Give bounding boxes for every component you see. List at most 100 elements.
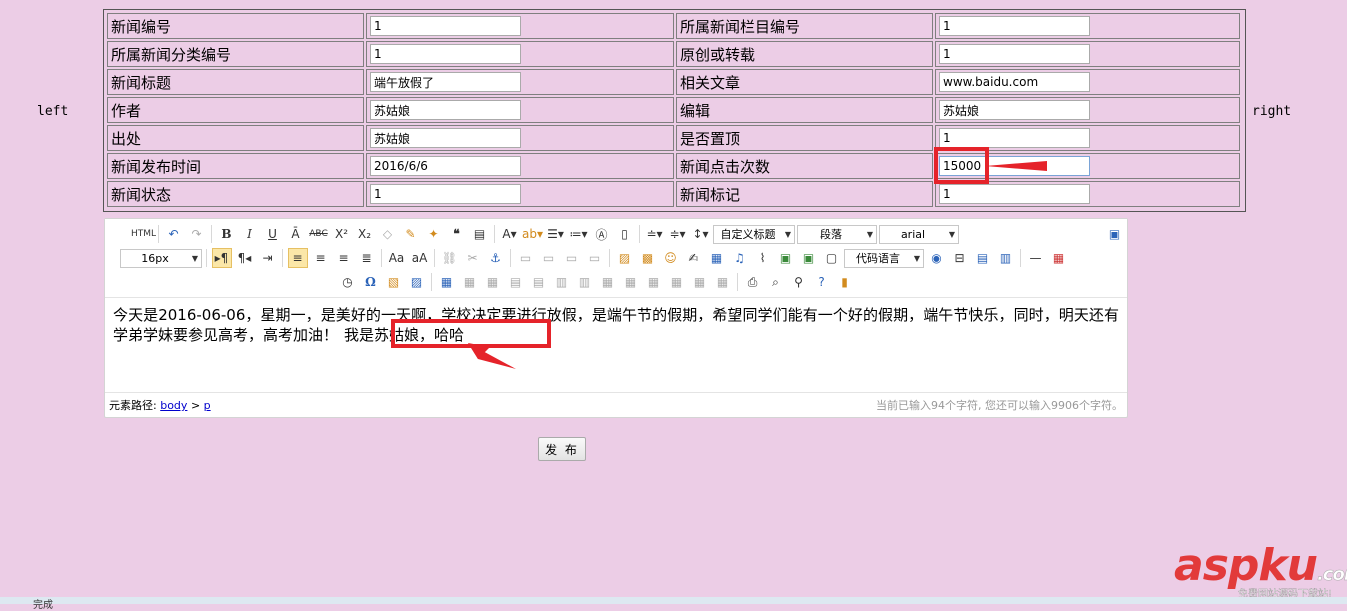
align-center-icon[interactable]: ≡ — [311, 248, 331, 268]
title-input[interactable]: 端午放假了 — [370, 72, 521, 92]
align-justify-icon[interactable]: ≣ — [357, 248, 377, 268]
page-break-icon[interactable]: ⊟ — [950, 248, 970, 268]
print-icon[interactable]: ⎙ — [743, 272, 763, 292]
multi-image-icon[interactable]: ▩ — [638, 248, 658, 268]
column-id-input[interactable]: 1 — [939, 16, 1090, 36]
mark-input[interactable]: 1 — [939, 184, 1090, 204]
align-left-icon[interactable]: ≡ — [287, 248, 308, 268]
underline-icon[interactable]: U — [263, 224, 283, 244]
split-rows-icon[interactable]: ▦ — [690, 272, 710, 292]
image-left-icon[interactable]: ▭ — [539, 248, 559, 268]
merge-down-icon[interactable]: ▦ — [644, 272, 664, 292]
html-source-button[interactable]: HTML — [131, 224, 156, 244]
image-center-icon[interactable]: ▭ — [585, 248, 605, 268]
indent-icon[interactable]: ⇥ — [258, 248, 278, 268]
fullscreen-icon[interactable]: ▣ — [1105, 224, 1125, 244]
original-input[interactable]: 1 — [939, 44, 1090, 64]
delete-table-icon[interactable]: ▦ — [460, 272, 480, 292]
delete-row-icon[interactable]: ▤ — [529, 272, 549, 292]
background-icon[interactable]: ▥ — [996, 248, 1016, 268]
font-size-select[interactable]: 16px ▼ — [120, 248, 202, 268]
related-input[interactable]: www.baidu.com — [939, 72, 1090, 92]
back-color-icon[interactable]: ab▾ — [522, 224, 543, 244]
row-spacing-bottom-icon[interactable]: ≑▾ — [668, 224, 688, 244]
ordered-list-icon[interactable]: ☰▾ — [546, 224, 566, 244]
ltr-direction-icon[interactable]: ▸¶ — [211, 248, 232, 268]
publish-time-input[interactable]: 2016/6/6 — [370, 156, 521, 176]
path-p-link[interactable]: p — [204, 399, 211, 412]
author-input[interactable]: 苏姑娘 — [370, 100, 521, 120]
search-icon[interactable]: ⚲ — [789, 272, 809, 292]
split-cols-icon[interactable]: ▦ — [713, 272, 733, 292]
anchor-icon[interactable]: ⚓ — [486, 248, 506, 268]
image-none-icon[interactable]: ▭ — [516, 248, 536, 268]
preview-icon[interactable]: ⌕ — [766, 272, 786, 292]
unordered-list-icon[interactable]: ≔▾ — [569, 224, 589, 244]
paragraph-select[interactable]: 段落 ▼ — [797, 224, 877, 244]
music-icon[interactable]: ♫ — [730, 248, 750, 268]
unlink-icon[interactable]: ✂ — [463, 248, 483, 268]
image-right-icon[interactable]: ▭ — [562, 248, 582, 268]
split-cells-icon[interactable]: ▦ — [667, 272, 687, 292]
insert-image-icon[interactable]: ▨ — [615, 248, 635, 268]
insert-video-icon[interactable]: ▦ — [707, 248, 727, 268]
date-icon[interactable]: ▦ — [1049, 248, 1069, 268]
align-right-icon[interactable]: ≡ — [334, 248, 354, 268]
subscript-icon[interactable]: X₂ — [355, 224, 375, 244]
to-lowercase-icon[interactable]: aA — [410, 248, 430, 268]
path-body-link[interactable]: body — [160, 399, 187, 412]
insert-table-icon[interactable]: ▦ — [437, 272, 457, 292]
delete-col-icon[interactable]: ▥ — [575, 272, 595, 292]
italic-icon[interactable]: I — [240, 224, 260, 244]
special-chars-icon[interactable]: Ω — [361, 272, 381, 292]
font-family-select[interactable]: arial ▼ — [879, 224, 959, 244]
to-uppercase-icon[interactable]: Aa — [387, 248, 407, 268]
status-input[interactable]: 1 — [370, 184, 521, 204]
time-icon[interactable]: ◷ — [338, 272, 358, 292]
gmap-icon[interactable]: ▣ — [799, 248, 819, 268]
font-border-icon[interactable]: Ā — [286, 224, 306, 244]
drafts-icon[interactable]: ▮ — [835, 272, 855, 292]
horizontal-rule-icon[interactable]: — — [1026, 248, 1046, 268]
word-image-icon[interactable]: ▧ — [384, 272, 404, 292]
insert-col-icon[interactable]: ▥ — [552, 272, 572, 292]
editor-input[interactable]: 苏姑娘 — [939, 100, 1090, 120]
line-height-icon[interactable]: ↕▾ — [691, 224, 711, 244]
insert-paragraph-before-table-icon[interactable]: ▦ — [483, 272, 503, 292]
link-icon[interactable]: ⛓ — [440, 248, 460, 268]
publish-button[interactable]: 发 布 — [538, 437, 586, 461]
map-icon[interactable]: ▣ — [776, 248, 796, 268]
strikethrough-icon[interactable]: ABC — [309, 224, 329, 244]
bold-icon[interactable]: B — [217, 224, 237, 244]
attachment-icon[interactable]: ⌇ — [753, 248, 773, 268]
paste-plain-icon[interactable]: ▤ — [470, 224, 490, 244]
font-color-icon[interactable]: A▾ — [500, 224, 520, 244]
insert-frame-icon[interactable]: ▢ — [822, 248, 842, 268]
superscript-icon[interactable]: X² — [332, 224, 352, 244]
clear-doc-icon[interactable]: ▯ — [615, 224, 635, 244]
row-spacing-top-icon[interactable]: ≐▾ — [645, 224, 665, 244]
format-brush-icon[interactable]: ✎ — [401, 224, 421, 244]
custom-heading-select[interactable]: 自定义标题 ▼ — [713, 224, 795, 244]
undo-icon[interactable]: ↶ — [164, 224, 184, 244]
auto-format-icon[interactable]: ✦ — [424, 224, 444, 244]
category-id-input[interactable]: 1 — [370, 44, 521, 64]
scrawl-icon[interactable]: ✍ — [684, 248, 704, 268]
pinned-input[interactable]: 1 — [939, 128, 1090, 148]
emotion-icon[interactable]: ☺ — [661, 248, 681, 268]
news-id-input[interactable]: 1 — [370, 16, 521, 36]
merge-cells-icon[interactable]: ▦ — [598, 272, 618, 292]
search-replace-icon[interactable]: ▨ — [407, 272, 427, 292]
source-input[interactable]: 苏姑娘 — [370, 128, 521, 148]
blockquote-icon[interactable]: ❝ — [447, 224, 467, 244]
insert-row-icon[interactable]: ▤ — [506, 272, 526, 292]
code-language-select[interactable]: 代码语言 ▼ — [844, 248, 924, 268]
eraser-icon[interactable]: ◇ — [378, 224, 398, 244]
rtl-direction-icon[interactable]: ¶◂ — [235, 248, 255, 268]
editor-content[interactable]: 今天是2016-06-06，星期一，是美好的一天啊，学校决定要进行放假，是端午节… — [105, 297, 1127, 393]
redo-icon[interactable]: ↷ — [187, 224, 207, 244]
template-icon[interactable]: ▤ — [973, 248, 993, 268]
merge-right-icon[interactable]: ▦ — [621, 272, 641, 292]
help-icon[interactable]: ? — [812, 272, 832, 292]
insert-code-icon[interactable]: ◉ — [927, 248, 947, 268]
